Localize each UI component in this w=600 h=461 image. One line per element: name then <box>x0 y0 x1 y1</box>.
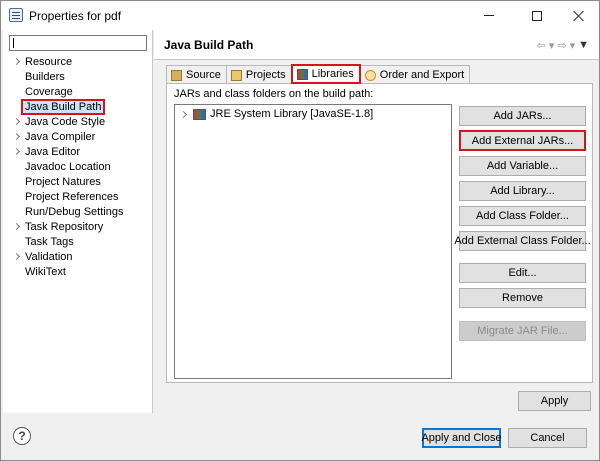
add-variable-button[interactable]: Add Variable... <box>459 156 586 176</box>
expand-arrow-icon[interactable] <box>179 110 188 118</box>
close-button[interactable] <box>557 1 600 30</box>
build-path-tabs: Source Projects Libraries Order and Expo… <box>166 64 471 84</box>
tree-item-javadoc-location[interactable]: Javadoc Location <box>3 160 153 175</box>
remove-button[interactable]: Remove <box>459 288 586 308</box>
back-arrow-icon[interactable]: ⇦ <box>537 39 546 52</box>
maximize-button[interactable] <box>515 1 559 30</box>
expand-arrow-icon[interactable] <box>12 222 21 231</box>
help-icon[interactable]: ? <box>13 427 31 445</box>
apply-and-close-button[interactable]: Apply and Close <box>421 428 502 448</box>
tree-item-java-build-path[interactable]: Java Build Path <box>3 99 153 115</box>
add-class-folder-button[interactable]: Add Class Folder... <box>459 206 586 226</box>
forward-dropdown-icon[interactable]: ▾ <box>570 39 576 52</box>
add-external-class-folder-button[interactable]: Add External Class Folder... <box>454 231 591 251</box>
tree-item-task-tags[interactable]: Task Tags <box>3 235 153 250</box>
tree-item-java-editor[interactable]: Java Editor <box>3 145 153 160</box>
window-title: Properties for pdf <box>29 9 122 23</box>
libraries-panel: JARs and class folders on the build path… <box>166 83 593 383</box>
tree-item-java-compiler[interactable]: Java Compiler <box>3 130 153 145</box>
filter-input[interactable] <box>9 35 147 51</box>
page-header: Java Build Path ⇦ ▾ ⇨ ▾ ▼ <box>154 30 599 60</box>
tree-item-coverage[interactable]: Coverage <box>3 85 153 100</box>
property-page-tree-pane: Resource Builders Coverage Java Build Pa… <box>3 30 153 413</box>
tree-item-project-natures[interactable]: Project Natures <box>3 175 153 190</box>
list-item-jre-system-library[interactable]: JRE System Library [JavaSE-1.8] <box>179 108 373 120</box>
tree-item-project-references[interactable]: Project References <box>3 190 153 205</box>
properties-icon <box>9 8 23 22</box>
tree-item-run-debug-settings[interactable]: Run/Debug Settings <box>3 205 153 220</box>
cancel-button[interactable]: Cancel <box>508 428 587 448</box>
add-external-jars-button[interactable]: Add External JARs... <box>459 130 586 151</box>
expand-arrow-icon[interactable] <box>12 57 21 66</box>
tree-item-java-code-style[interactable]: Java Code Style <box>3 115 153 130</box>
expand-arrow-icon[interactable] <box>12 147 21 156</box>
forward-arrow-icon[interactable]: ⇨ <box>557 39 566 52</box>
jar-list[interactable]: JRE System Library [JavaSE-1.8] <box>174 104 452 379</box>
tab-order-and-export[interactable]: Order and Export <box>359 65 471 84</box>
projects-icon <box>230 69 242 81</box>
properties-dialog: Properties for pdf Resource Builders Cov… <box>0 0 600 461</box>
tree-item-resource[interactable]: Resource <box>3 55 153 70</box>
title-bar: Properties for pdf <box>1 1 599 30</box>
property-tree: Resource Builders Coverage Java Build Pa… <box>3 55 153 280</box>
libraries-icon <box>296 68 308 80</box>
tab-libraries[interactable]: Libraries <box>290 64 361 84</box>
minimize-icon <box>484 15 494 16</box>
close-icon <box>573 10 585 22</box>
page-title: Java Build Path <box>164 38 254 52</box>
maximize-icon <box>532 10 542 21</box>
jre-library-icon <box>193 108 206 120</box>
expand-arrow-icon[interactable] <box>12 117 21 126</box>
add-library-button[interactable]: Add Library... <box>459 181 586 201</box>
tree-item-validation[interactable]: Validation <box>3 250 153 265</box>
source-folder-icon <box>171 69 182 81</box>
order-export-icon <box>364 69 376 81</box>
view-menu-icon[interactable]: ▼ <box>578 39 589 52</box>
tree-item-wikitext[interactable]: WikiText <box>3 265 153 280</box>
migrate-jar-file-button[interactable]: Migrate JAR File... <box>459 321 586 341</box>
expand-arrow-icon[interactable] <box>12 252 21 261</box>
expand-arrow-icon[interactable] <box>12 132 21 141</box>
tab-projects[interactable]: Projects <box>225 65 292 84</box>
tree-item-task-repository[interactable]: Task Repository <box>3 220 153 235</box>
jar-list-label: JARs and class folders on the build path… <box>174 88 374 100</box>
tree-item-builders[interactable]: Builders <box>3 70 153 85</box>
tab-source[interactable]: Source <box>166 65 227 84</box>
edit-button[interactable]: Edit... <box>459 263 586 283</box>
back-dropdown-icon[interactable]: ▾ <box>549 39 555 52</box>
minimize-button[interactable] <box>467 1 511 30</box>
apply-button[interactable]: Apply <box>518 391 591 411</box>
page-navigation: ⇦ ▾ ⇨ ▾ ▼ <box>537 39 589 52</box>
add-jars-button[interactable]: Add JARs... <box>459 106 586 126</box>
